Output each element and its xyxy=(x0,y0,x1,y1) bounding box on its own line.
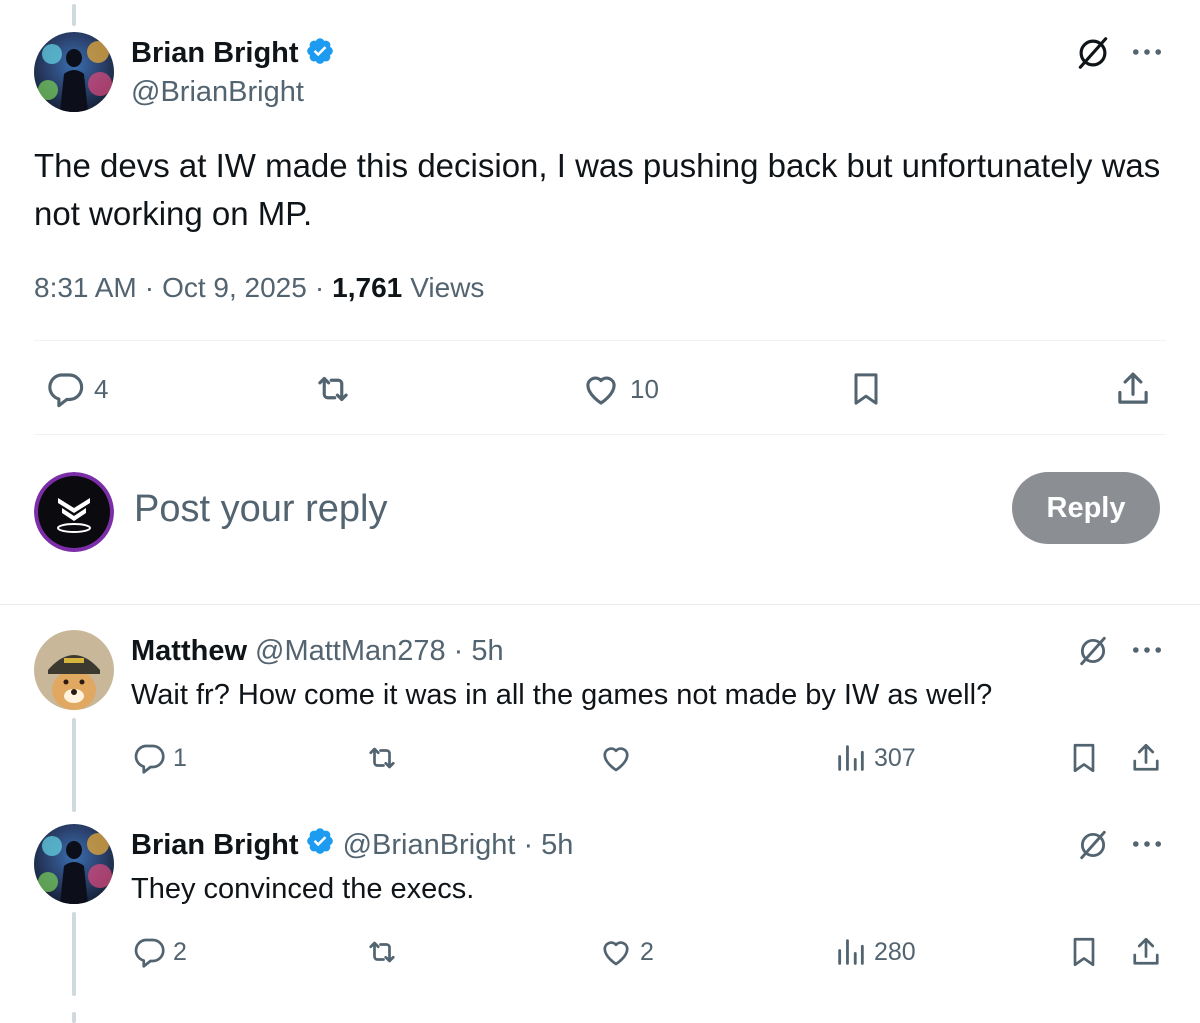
verified-badge-icon xyxy=(305,36,335,71)
views-count: 280 xyxy=(874,937,916,966)
reply-input[interactable] xyxy=(134,482,834,536)
retweet-icon xyxy=(369,747,395,769)
reply-button[interactable]: 4 xyxy=(44,368,108,410)
more-icon[interactable] xyxy=(1130,830,1164,858)
retweet-button[interactable] xyxy=(362,934,402,970)
bookmark-icon xyxy=(1073,937,1095,967)
avatar-image xyxy=(34,630,114,710)
bookmark-icon xyxy=(854,373,878,405)
like-button[interactable] xyxy=(598,740,640,776)
reply-time[interactable]: 5h xyxy=(471,635,503,668)
retweet-icon xyxy=(369,941,395,963)
thread-line xyxy=(72,912,76,996)
share-icon xyxy=(1118,372,1148,404)
retweet-icon xyxy=(318,376,348,402)
reply-count: 1 xyxy=(173,743,187,772)
bookmark-button[interactable] xyxy=(846,368,886,410)
post-text: The devs at IW made this decision, I was… xyxy=(34,147,1161,232)
author-name[interactable]: Brian Bright xyxy=(131,37,299,70)
retweet-button[interactable] xyxy=(362,740,402,776)
reply-author-handle[interactable]: @MattMan278 xyxy=(255,635,446,668)
bookmark-button[interactable] xyxy=(1066,740,1102,776)
share-button[interactable] xyxy=(1112,368,1154,410)
grok-icon[interactable] xyxy=(1076,828,1110,862)
reply-button[interactable]: 1 xyxy=(131,740,187,776)
share-icon xyxy=(1133,937,1159,965)
views-icon xyxy=(838,745,864,771)
author-name-row: Brian Bright xyxy=(131,34,335,72)
reply-button[interactable]: 2 xyxy=(131,934,187,970)
views-icon xyxy=(838,939,864,965)
reply-author-name[interactable]: Brian Bright xyxy=(131,829,299,862)
post-meta: 8:31 AM · Oct 9, 2025 · 1,761 Views xyxy=(34,272,484,304)
author-handle[interactable]: @BrianBright xyxy=(131,76,304,109)
more-icon[interactable] xyxy=(1130,38,1164,66)
reply-author-avatar[interactable] xyxy=(34,824,114,904)
views-button[interactable]: 307 xyxy=(834,740,916,776)
meta-separator: · xyxy=(523,828,534,861)
reply-count: 2 xyxy=(173,937,187,966)
views-label: Views xyxy=(410,272,485,303)
reply-text: They convinced the execs. xyxy=(131,873,475,905)
current-user-avatar[interactable] xyxy=(34,472,114,552)
grok-icon[interactable] xyxy=(1074,34,1112,72)
share-button[interactable] xyxy=(1128,740,1164,776)
views-button[interactable]: 280 xyxy=(834,934,916,970)
like-count: 10 xyxy=(630,373,659,404)
views-count: 1,761 xyxy=(332,272,403,303)
like-icon xyxy=(586,376,616,405)
bookmark-button[interactable] xyxy=(1066,934,1102,970)
like-button[interactable]: 2 xyxy=(598,934,654,970)
retweet-button[interactable] xyxy=(310,368,356,410)
share-icon xyxy=(1133,743,1159,771)
more-icon[interactable] xyxy=(1130,636,1164,664)
avatar-image xyxy=(34,472,114,552)
reply-count: 4 xyxy=(94,373,109,404)
reply-text: Wait fr? How come it was in all the game… xyxy=(131,679,993,711)
reply-author-name[interactable]: Matthew xyxy=(131,635,247,668)
post-time[interactable]: 8:31 AM xyxy=(34,272,137,304)
reply-author-handle[interactable]: @BrianBright xyxy=(343,829,516,862)
thread-line-top xyxy=(72,4,76,26)
reply-author-avatar[interactable] xyxy=(34,630,114,710)
thread-line xyxy=(72,718,76,812)
like-button[interactable]: 10 xyxy=(580,368,659,410)
reply-icon xyxy=(134,938,165,968)
meta-separator: · xyxy=(314,272,325,303)
reply-submit-button[interactable]: Reply xyxy=(1012,472,1160,544)
grok-icon[interactable] xyxy=(1076,634,1110,668)
reply-icon xyxy=(134,744,165,774)
avatar-image xyxy=(34,32,114,112)
post-date[interactable]: Oct 9, 2025 xyxy=(162,272,307,304)
reply-header: Brian Bright @BrianBright · 5h xyxy=(131,826,573,864)
reply-icon xyxy=(48,373,84,408)
reply-time[interactable]: 5h xyxy=(541,829,573,862)
verified-badge-icon xyxy=(305,826,335,864)
like-count: 2 xyxy=(640,937,654,966)
like-icon xyxy=(603,747,629,772)
meta-separator: · xyxy=(453,634,464,667)
meta-separator: · xyxy=(144,272,155,303)
share-button[interactable] xyxy=(1128,934,1164,970)
thread-line-bottom xyxy=(72,1012,76,1023)
like-icon xyxy=(603,941,629,966)
reply-header: Matthew @MattMan278 · 5h xyxy=(131,632,504,670)
divider xyxy=(34,340,1166,341)
divider xyxy=(0,604,1200,605)
avatar-image xyxy=(34,824,114,904)
author-avatar[interactable] xyxy=(34,32,114,112)
divider xyxy=(34,434,1166,435)
bookmark-icon xyxy=(1073,743,1095,773)
views-count: 307 xyxy=(874,743,916,772)
